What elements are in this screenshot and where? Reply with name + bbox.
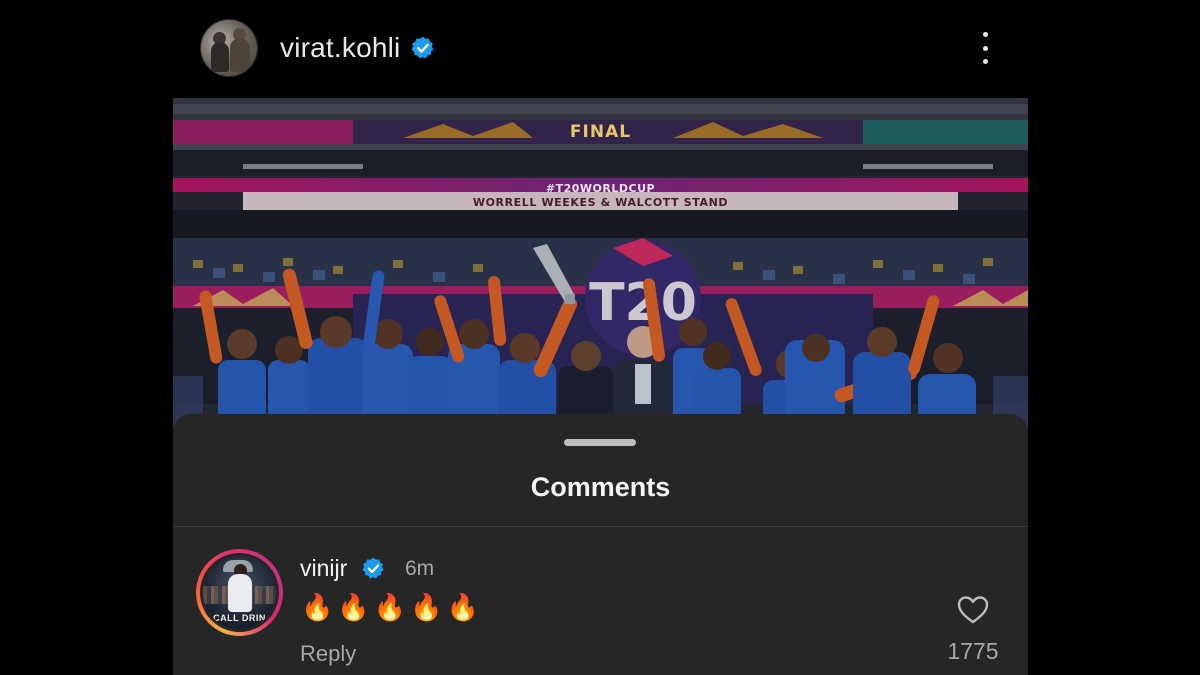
comment-text: 🔥🔥🔥🔥🔥 [301, 593, 483, 623]
comment-author-avatar[interactable]: CALL DRIN [203, 556, 276, 629]
post-image[interactable]: T20 FINAL #T20WORLDCUP WORRELL WEEKES & … [173, 98, 1028, 428]
comments-title: Comments [530, 472, 671, 502]
more-options-icon[interactable] [970, 30, 1000, 66]
verified-badge-icon [411, 36, 435, 59]
heart-icon[interactable] [957, 595, 989, 625]
like-count: 1775 [947, 638, 999, 664]
instagram-post-view: virat.kohli T20 FINAL #T20WORLDCUP WORRE… [0, 0, 1200, 675]
post-author-avatar[interactable] [200, 19, 258, 77]
post-author-username[interactable]: virat.kohli [280, 32, 400, 64]
comment-item: CALL DRIN vinijr 6m 🔥🔥🔥🔥🔥 Reply 1775 [173, 527, 1028, 675]
sheet-drag-handle[interactable] [564, 439, 636, 446]
comment-author-username[interactable]: vinijr [300, 555, 347, 582]
verified-badge-icon [362, 557, 384, 579]
banner-hashtag-text: #T20WORLDCUP [545, 182, 656, 195]
banner-stand-text: WORRELL WEEKES & WALCOTT STAND [472, 196, 729, 209]
avatar-caption-text: CALL DRIN [213, 613, 266, 623]
comment-timestamp: 6m [405, 557, 435, 580]
banner-final-text: FINAL [569, 122, 632, 142]
comment-author-avatar-story-ring[interactable]: CALL DRIN [196, 549, 283, 636]
reply-button[interactable]: Reply [300, 641, 356, 667]
comments-sheet: Comments CALL DRIN vinijr 6m 🔥🔥🔥🔥🔥 Reply… [173, 414, 1028, 675]
post-header: virat.kohli [200, 18, 1000, 78]
